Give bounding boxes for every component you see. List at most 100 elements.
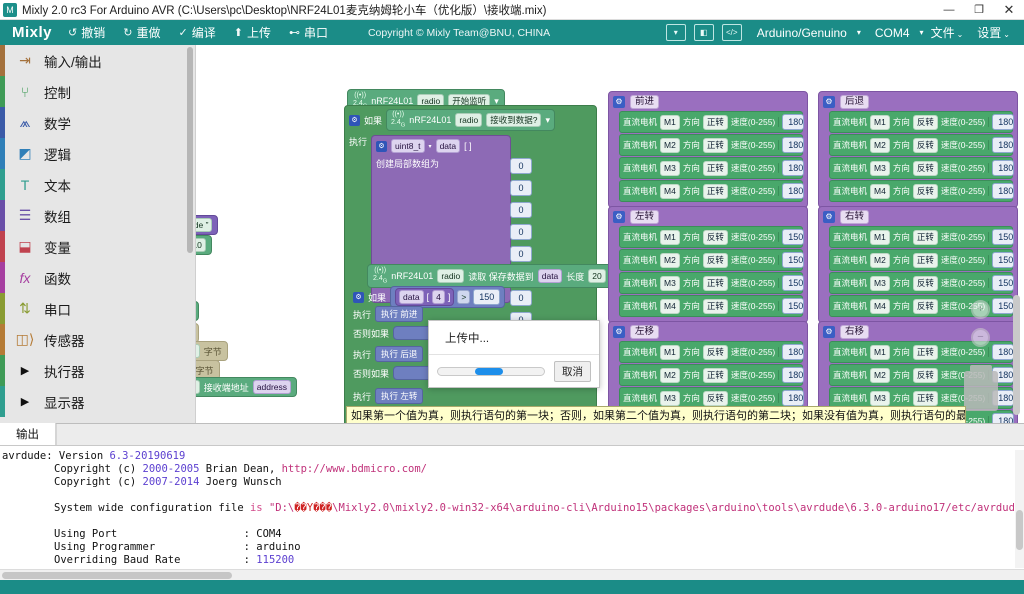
- motor-direction[interactable]: 反转: [702, 344, 728, 360]
- toolbox-scrollbar[interactable]: [187, 47, 193, 253]
- toolbox-item-actuator[interactable]: ▶ 执行器: [0, 355, 195, 386]
- motor-row[interactable]: 直流电机 M3 方向 正转 速度(0-255) 180: [619, 157, 805, 179]
- function-block-forward[interactable]: ⚙ 前进 直流电机 M1 方向 正转 速度(0-255) 180 直流电机 M2…: [608, 91, 808, 208]
- toolbox-item-math[interactable]: ⩕ 数学: [0, 107, 195, 138]
- motor-direction[interactable]: 正转: [702, 114, 728, 130]
- setup-8-address[interactable]: address: [252, 380, 292, 394]
- gear-icon[interactable]: ⚙: [823, 211, 835, 223]
- read-var[interactable]: data: [537, 269, 563, 284]
- motor-speed[interactable]: 180: [992, 137, 1015, 153]
- motor-direction[interactable]: 正转: [702, 160, 728, 176]
- motor-port[interactable]: M4: [660, 183, 680, 199]
- undo-button[interactable]: ↺ 撤销: [68, 24, 105, 41]
- motor-port[interactable]: M4: [870, 183, 890, 199]
- array-value[interactable]: 0: [510, 246, 533, 263]
- motor-speed[interactable]: 150: [782, 275, 805, 291]
- motor-direction[interactable]: 正转: [702, 298, 728, 314]
- cond0-value[interactable]: 150: [473, 289, 501, 305]
- motor-row[interactable]: 直流电机 M4 方向 正转 速度(0-255) 150: [619, 295, 805, 317]
- array-value[interactable]: 0: [510, 158, 533, 175]
- motor-row[interactable]: 直流电机 M1 方向 反转 速度(0-255) 150: [619, 226, 805, 248]
- motor-direction[interactable]: 正转: [702, 137, 728, 153]
- toolbox-item-control[interactable]: ⑂ 控制: [0, 76, 195, 107]
- read-radio[interactable]: radio: [437, 269, 465, 284]
- upload-button[interactable]: ⬆ 上传: [234, 24, 271, 41]
- array-value[interactable]: 0: [510, 180, 533, 197]
- motor-direction[interactable]: 反转: [912, 367, 938, 383]
- motor-direction[interactable]: 正转: [912, 229, 938, 245]
- motor-direction[interactable]: 反转: [912, 114, 938, 130]
- motor-speed[interactable]: 180: [782, 344, 805, 360]
- close-icon[interactable]: ✕: [994, 0, 1024, 20]
- minimize-icon[interactable]: —: [934, 0, 964, 20]
- gear-icon[interactable]: ⚙: [823, 326, 835, 338]
- motor-direction[interactable]: 反转: [912, 298, 938, 314]
- tab-output[interactable]: 输出: [0, 423, 56, 445]
- settings-menu[interactable]: 设置 ⌄: [977, 24, 1010, 41]
- board-selector[interactable]: Arduino/Genuino ▾: [750, 23, 868, 42]
- motor-direction[interactable]: 正转: [702, 183, 728, 199]
- array-name[interactable]: data: [435, 139, 461, 154]
- array-value[interactable]: 0: [510, 290, 533, 307]
- motor-speed[interactable]: 180: [992, 114, 1015, 130]
- zoom-in-icon[interactable]: +: [971, 300, 990, 319]
- motor-row[interactable]: 直流电机 M4 方向 反转 速度(0-255) 180: [829, 180, 1015, 202]
- motor-direction[interactable]: 反转: [912, 160, 938, 176]
- console-vscrollbar[interactable]: [1015, 450, 1024, 568]
- gear-icon[interactable]: ⚙: [613, 326, 625, 338]
- motor-port[interactable]: M1: [660, 114, 680, 130]
- toolbox-item-serial[interactable]: ⇅ 串口: [0, 293, 195, 324]
- motor-port[interactable]: M4: [660, 298, 680, 314]
- workspace-vscrollbar[interactable]: [1013, 295, 1020, 415]
- toolbox-item-display[interactable]: ▶ 显示器: [0, 386, 195, 417]
- motor-port[interactable]: M1: [870, 229, 890, 245]
- motor-row[interactable]: 直流电机 M4 方向 正转 速度(0-255) 180: [619, 180, 805, 202]
- gear-icon[interactable]: ⚙: [349, 114, 360, 126]
- motor-row[interactable]: 直流电机 M2 方向 正转 速度(0-255) 180: [619, 364, 805, 386]
- cond0-var[interactable]: data: [399, 290, 424, 304]
- file-menu[interactable]: 文件 ⌄: [931, 24, 964, 41]
- if-recv-cond[interactable]: 接收到数据?: [486, 113, 542, 128]
- array-type[interactable]: uint8_t: [391, 139, 425, 154]
- block-toolbox[interactable]: ⇥ 输入/输出 ⑂ 控制 ⩕ 数学 ◩ 逻辑 T 文本 ☰ 数组 ⬓ 变量 fx…: [0, 45, 196, 423]
- gear-icon[interactable]: ⚙: [376, 140, 388, 152]
- maximize-icon[interactable]: ❐: [964, 0, 994, 20]
- gear-icon[interactable]: ⚙: [613, 211, 625, 223]
- motor-row[interactable]: 直流电机 M1 方向 正转 速度(0-255) 180: [619, 111, 805, 133]
- function-block-backward[interactable]: ⚙ 后退 直流电机 M1 方向 反转 速度(0-255) 180 直流电机 M2…: [818, 91, 1018, 208]
- motor-row[interactable]: 直流电机 M3 方向 反转 速度(0-255) 150: [829, 272, 1015, 294]
- motor-direction[interactable]: 正转: [702, 275, 728, 291]
- toolbox-item-sensor[interactable]: ◫⟩ 传感器: [0, 324, 195, 355]
- array-value[interactable]: 0: [510, 202, 533, 219]
- motor-speed[interactable]: 180: [782, 137, 805, 153]
- motor-speed[interactable]: 180: [992, 183, 1015, 199]
- motor-speed[interactable]: 180: [992, 160, 1015, 176]
- motor-port[interactable]: M2: [870, 367, 890, 383]
- motor-speed[interactable]: 180: [782, 183, 805, 199]
- motor-port[interactable]: M2: [870, 252, 890, 268]
- motor-port[interactable]: M3: [660, 160, 680, 176]
- if-recv-radio[interactable]: radio: [455, 113, 483, 128]
- motor-speed[interactable]: 180: [992, 344, 1015, 360]
- motor-port[interactable]: M1: [870, 114, 890, 130]
- trash-icon[interactable]: [964, 365, 998, 411]
- gear-icon[interactable]: ⚙: [823, 96, 835, 108]
- motor-speed[interactable]: 150: [782, 252, 805, 268]
- motor-port[interactable]: M3: [870, 275, 890, 291]
- motor-port[interactable]: M3: [870, 390, 890, 406]
- motor-port[interactable]: M3: [870, 160, 890, 176]
- motor-direction[interactable]: 反转: [702, 390, 728, 406]
- motor-direction[interactable]: 反转: [702, 229, 728, 245]
- motor-row[interactable]: 直流电机 M1 方向 反转 速度(0-255) 180: [829, 111, 1015, 133]
- serial-monitor-button[interactable]: ⊷ 串口: [289, 24, 328, 41]
- motor-direction[interactable]: 正转: [912, 344, 938, 360]
- motor-speed[interactable]: 150: [992, 275, 1015, 291]
- array-value[interactable]: 0: [510, 224, 533, 241]
- cond0-op[interactable]: >: [457, 290, 471, 304]
- toolbox-item-logic[interactable]: ◩ 逻辑: [0, 138, 195, 169]
- motor-port[interactable]: M1: [660, 229, 680, 245]
- console-output[interactable]: avrdude: Version 6.3-20190619 Copyright (…: [0, 446, 1024, 570]
- motor-row[interactable]: 直流电机 M2 方向 反转 速度(0-255) 180: [829, 134, 1015, 156]
- compile-button[interactable]: ✓ 编译: [178, 24, 215, 41]
- motor-speed[interactable]: 150: [782, 229, 805, 245]
